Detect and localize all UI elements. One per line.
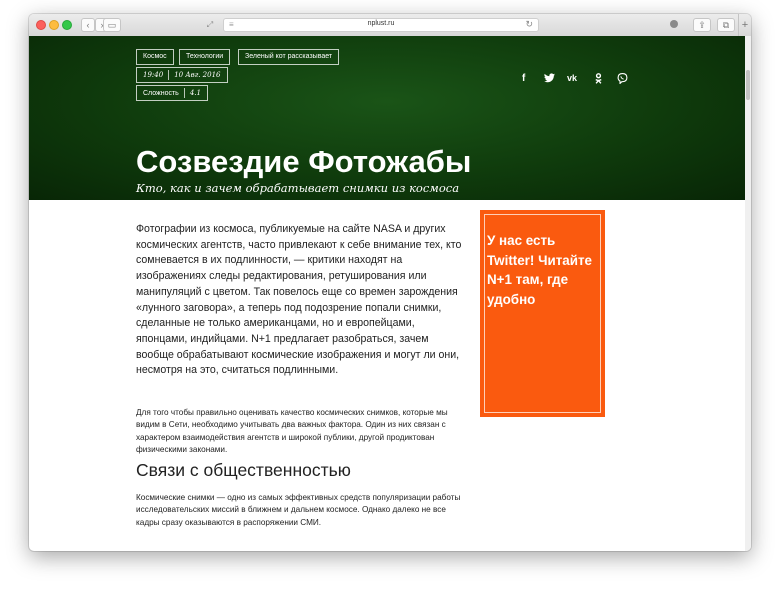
chevron-left-icon: ‹ xyxy=(86,20,90,30)
back-button[interactable]: ‹ xyxy=(81,18,95,32)
share-icon: ⇪ xyxy=(698,20,706,30)
downloads-button[interactable] xyxy=(666,18,682,32)
tag-space[interactable]: Космос xyxy=(136,49,174,65)
close-window-button[interactable] xyxy=(36,20,46,30)
facebook-icon[interactable]: f xyxy=(522,73,525,84)
publish-time: 19:40 xyxy=(143,71,164,79)
twitter-icon[interactable] xyxy=(544,73,555,86)
difficulty-badge[interactable]: Сложность 4.1 xyxy=(136,85,208,101)
promo-text: У нас есть Twitter! Читайте N+1 там, где… xyxy=(487,233,592,307)
tag-technology[interactable]: Технологии xyxy=(179,49,231,65)
plus-icon: + xyxy=(741,19,749,31)
sidebar-icon: ▭ xyxy=(107,20,117,30)
page-title: Созвездие Фотожабы xyxy=(136,144,472,179)
new-tab-button[interactable]: + xyxy=(738,14,751,36)
publish-date: 10 Авг. 2016 xyxy=(174,71,221,79)
divider xyxy=(168,70,170,80)
tabs-button[interactable]: ⧉ xyxy=(717,18,735,32)
minimize-window-button[interactable] xyxy=(49,20,59,30)
image-credit: NASA/GSFC/JHU APL xyxy=(567,202,629,208)
hero-banner: Космос Технологии Зеленый кот рассказыва… xyxy=(29,36,745,208)
address-bar[interactable]: ≡ nplust.ru ↻ xyxy=(223,18,539,32)
difficulty-value: 4.1 xyxy=(189,89,201,97)
scrollbar[interactable] xyxy=(745,36,751,551)
download-icon xyxy=(670,20,678,28)
tag-green-cat[interactable]: Зеленый кот рассказывает xyxy=(238,49,340,65)
section-heading: Связи с общественностью xyxy=(136,460,351,480)
difficulty-label: Сложность xyxy=(143,90,179,97)
share-button[interactable]: ⇪ xyxy=(693,18,711,32)
article-lead: Фотографии из космоса, публикуемые на са… xyxy=(136,223,462,377)
scrollbar-thumb[interactable] xyxy=(746,70,750,100)
page-subtitle: Кто, как и зачем обрабатывает снимки из … xyxy=(136,181,460,195)
reload-icon[interactable]: ↻ xyxy=(525,19,533,30)
odnoklassniki-icon[interactable] xyxy=(594,73,603,87)
sidebar-button[interactable]: ▭ xyxy=(103,18,121,32)
article-paragraph-2: Космические снимки — одно из самых эффек… xyxy=(136,493,461,527)
twitter-promo-banner[interactable]: У нас есть Twitter! Читайте N+1 там, где… xyxy=(480,210,605,417)
zoom-window-button[interactable] xyxy=(62,20,72,30)
viber-icon[interactable] xyxy=(617,72,628,87)
tabs-icon: ⧉ xyxy=(722,20,730,30)
browser-toolbar: ‹ › ▭ ≡ nplust.ru ↻ ⤢ ⇪ ⧉ + xyxy=(29,14,751,37)
expand-icon[interactable]: ⤢ xyxy=(201,18,219,32)
vk-icon[interactable]: vk xyxy=(567,73,577,83)
article-paragraph: Для того чтобы правильно оценивать качес… xyxy=(136,408,448,455)
divider xyxy=(183,88,185,99)
browser-window: ‹ › ▭ ≡ nplust.ru ↻ ⤢ ⇪ ⧉ + Космос Техно… xyxy=(29,14,751,551)
url-text: nplust.ru xyxy=(367,20,395,27)
publish-datetime: 19:40 10 Авг. 2016 xyxy=(136,67,228,83)
